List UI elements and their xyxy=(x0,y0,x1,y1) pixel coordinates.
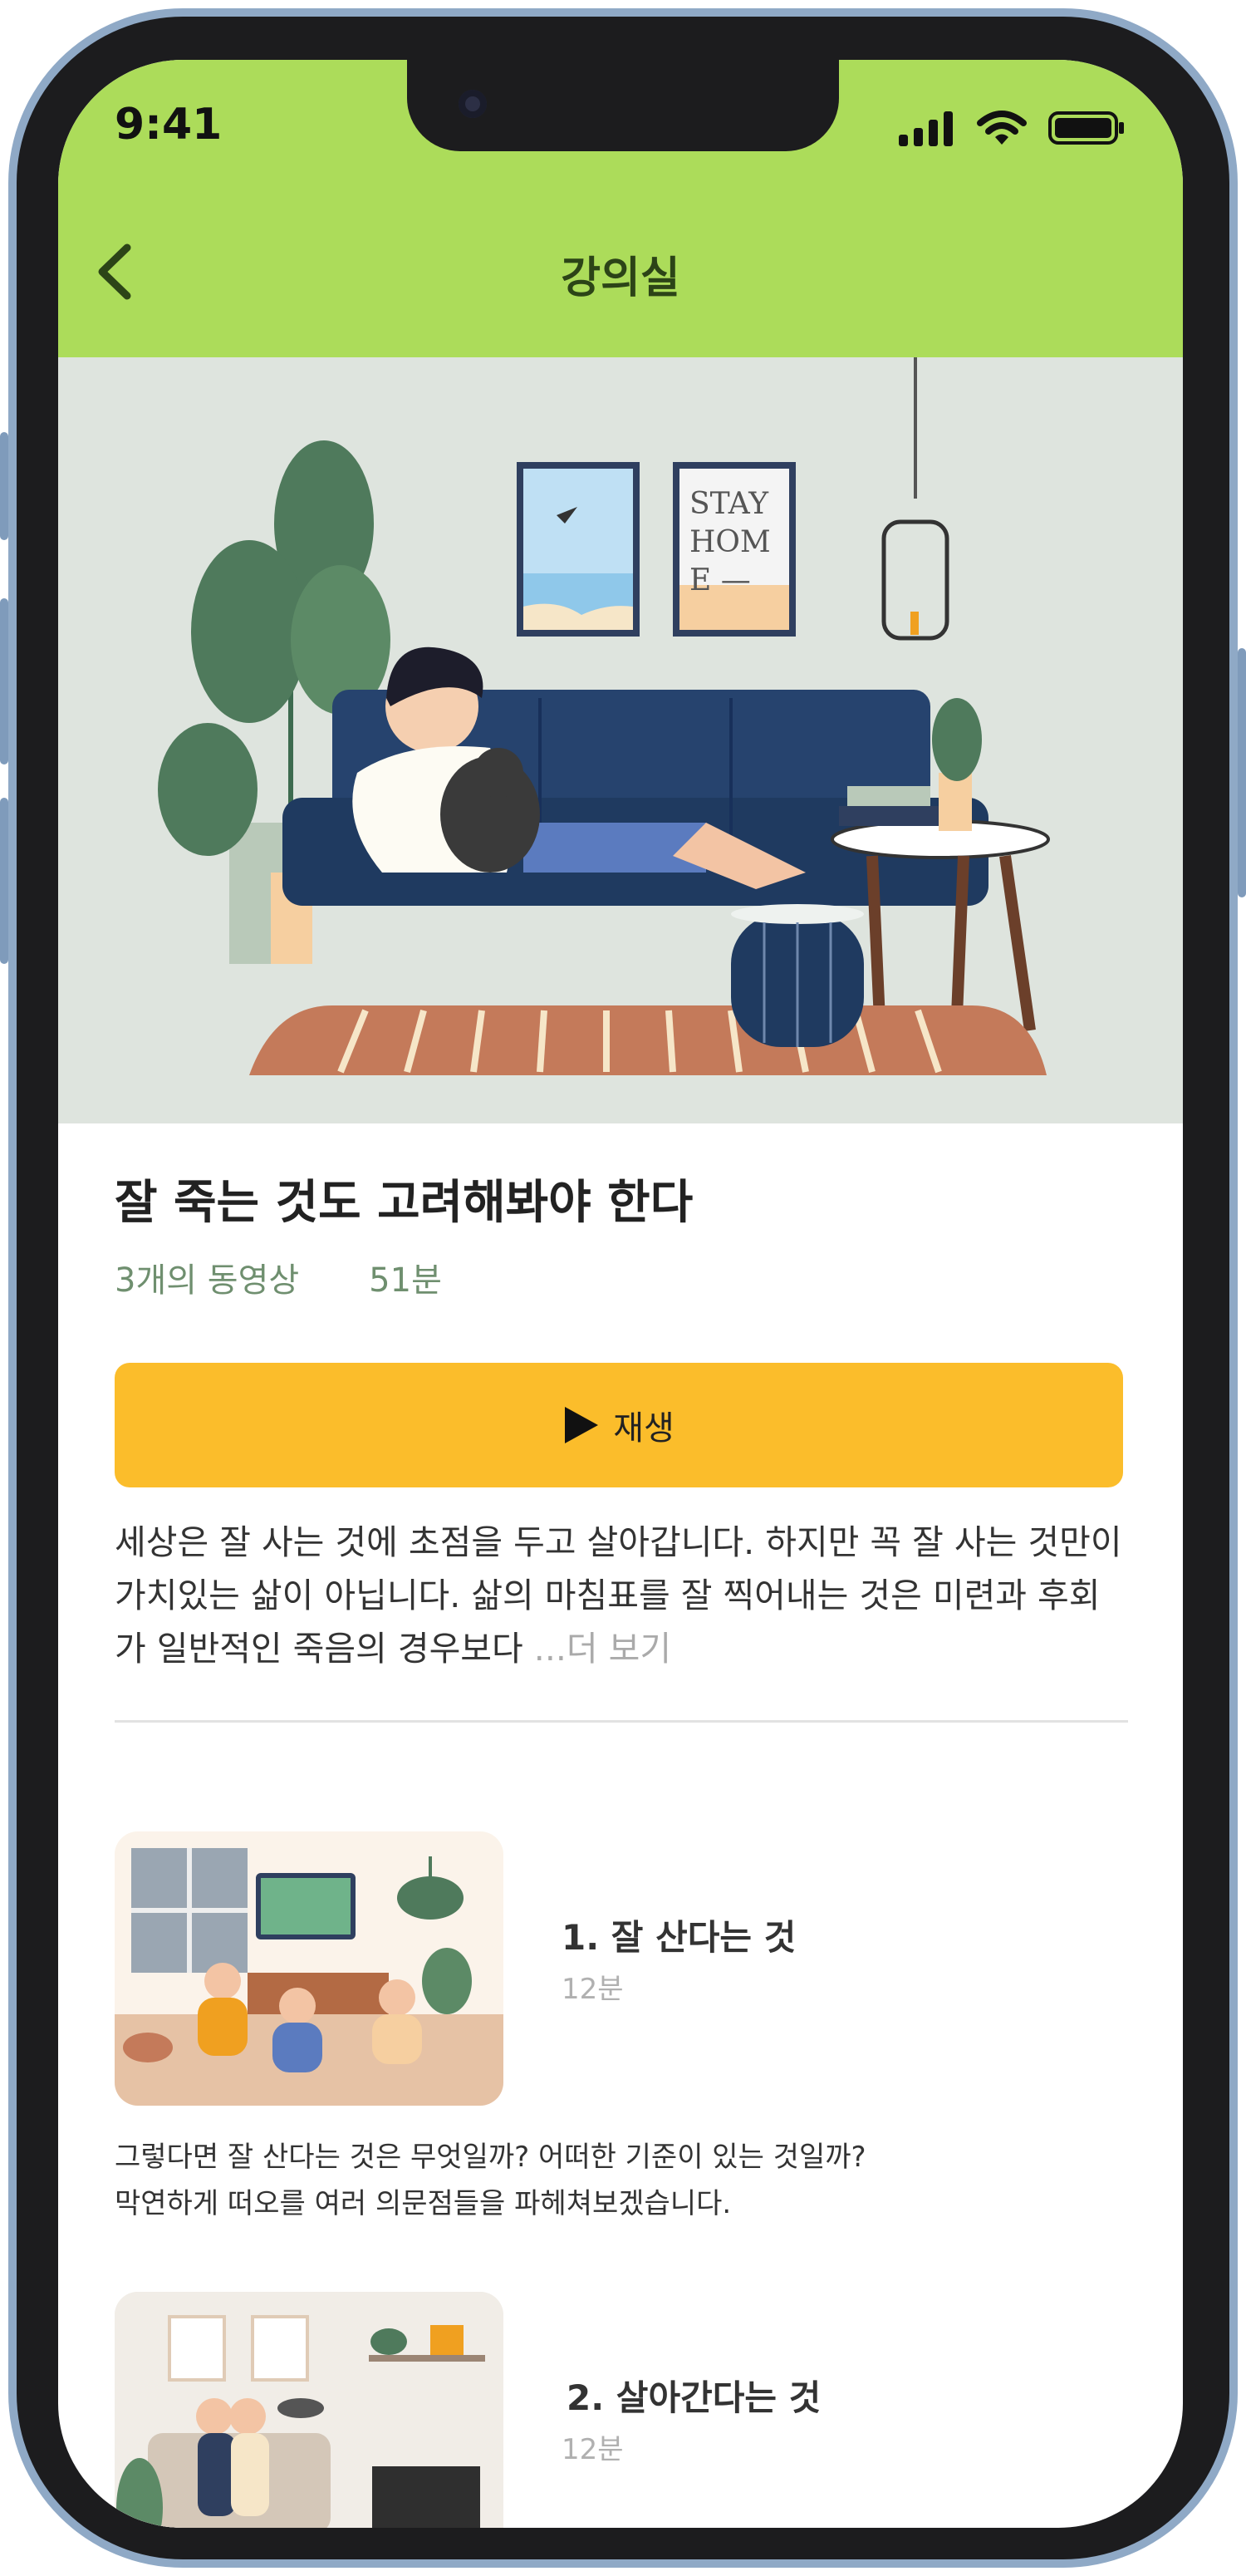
video-count: 3개의 동영상 xyxy=(115,1261,300,1300)
wall-poster-stay-home: STAY HOM E — xyxy=(673,462,796,637)
battery-icon xyxy=(1048,110,1125,150)
back-button[interactable] xyxy=(86,243,145,301)
status-time: 9:41 xyxy=(115,100,223,150)
wifi-icon xyxy=(977,110,1027,150)
episode-1-description-line2: 막연하게 떠오를 여러 의문점들을 파헤쳐보겠습니다. xyxy=(115,2187,732,2220)
play-icon xyxy=(565,1407,599,1443)
more-link[interactable]: 더 보기 xyxy=(567,1629,671,1669)
description-ellipsis: ... xyxy=(522,1629,567,1669)
volume-down-button xyxy=(0,798,8,964)
course-description: 세상은 잘 사는 것에 초점을 두고 살아갑니다. 하지만 꼭 잘 사는 것만이… xyxy=(115,1516,1128,1675)
pouf xyxy=(731,904,864,1047)
episode-1-thumbnail[interactable] xyxy=(115,1831,503,2106)
episode-2-thumbnail[interactable] xyxy=(115,2292,503,2528)
episode-1-description: 그렇다면 잘 산다는 것은 무엇일까? 어떠한 기준이 있는 것일까? 막연하게… xyxy=(115,2134,1128,2227)
poster-line-2: HOM xyxy=(689,525,771,559)
volume-up-button xyxy=(0,598,8,764)
course-title: 잘 죽는 것도 고려해봐야 한다 xyxy=(115,1176,694,1230)
app-screen: 9:41 강의실 STAY HOM E — 잘 죽는 것도 고려해봐야 한다 3… xyxy=(58,60,1183,2528)
course-hero-illustration: STAY HOM E — xyxy=(58,357,1183,1123)
poster-line-1: STAY xyxy=(689,487,769,521)
poster-line-3: E — xyxy=(689,563,751,597)
page-title: 강의실 xyxy=(561,253,680,303)
chevron-left-icon xyxy=(98,243,131,300)
episode-1-title[interactable]: 1. 잘 산다는 것 xyxy=(562,1910,796,1960)
episode-1-description-line1: 그렇다면 잘 산다는 것은 무엇일까? 어떠한 기준이 있는 것일까? xyxy=(115,2141,866,2174)
mute-switch xyxy=(0,432,8,540)
hanging-lamp xyxy=(881,357,949,641)
status-icons xyxy=(899,110,1125,150)
play-button[interactable]: 재생 xyxy=(115,1363,1123,1487)
course-duration: 51분 xyxy=(369,1261,442,1300)
front-camera xyxy=(459,90,487,118)
play-label: 재생 xyxy=(613,1409,675,1448)
cellular-signal-icon xyxy=(899,110,955,150)
episode-1-duration: 12분 xyxy=(562,1973,624,2006)
section-divider xyxy=(115,1720,1128,1723)
power-button xyxy=(1238,648,1246,897)
episode-2-duration: 12분 xyxy=(562,2433,624,2466)
striped-rug xyxy=(249,1005,1047,1075)
notch xyxy=(407,60,839,151)
episode-2-title[interactable]: 2. 살아간다는 것 xyxy=(567,2370,821,2421)
wall-picture-sea xyxy=(517,462,640,637)
course-meta: 3개의 동영상 51분 xyxy=(115,1253,442,1301)
